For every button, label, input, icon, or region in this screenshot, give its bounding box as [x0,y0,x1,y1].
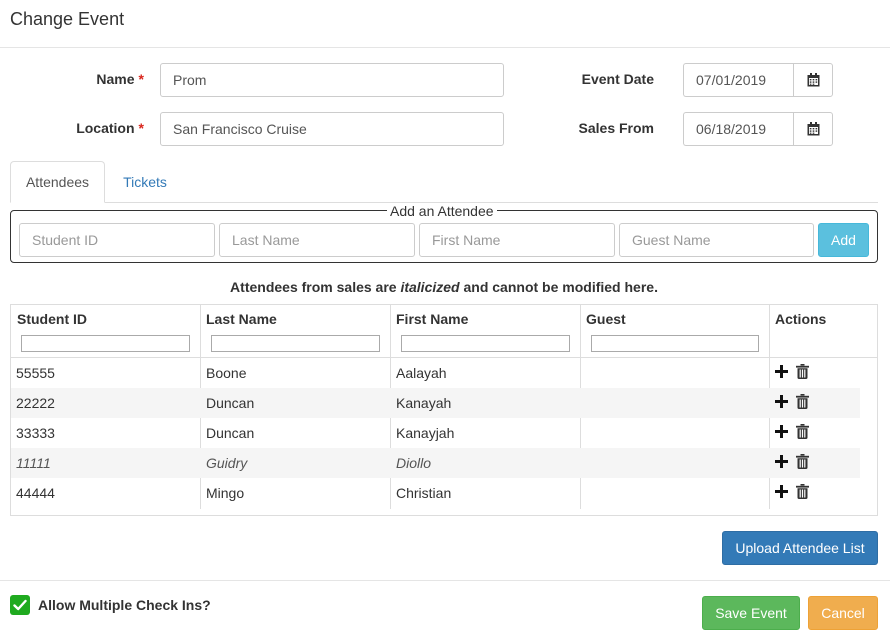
column-header-last-name[interactable]: Last Name [206,311,277,327]
plus-icon[interactable] [775,455,788,468]
attendees-note: Attendees from sales are italicized and … [0,279,888,295]
save-event-button[interactable]: Save Event [702,596,800,630]
footer-divider [0,580,890,581]
table-row: 22222 Duncan Kanayah [11,388,860,418]
column-header-actions: Actions [775,311,827,327]
plus-icon[interactable] [775,485,788,498]
cell-last-name: Boone [206,365,247,381]
upload-attendee-list-button[interactable]: Upload Attendee List [722,531,878,565]
cell-student-id: 55555 [16,365,55,381]
name-input[interactable]: Prom [160,63,504,97]
trash-icon[interactable] [796,424,809,439]
cell-first-name: Christian [396,485,452,501]
allow-multiple-checkbox[interactable] [10,595,30,615]
location-label-text: Location [76,120,135,136]
event-date-group: 07/01/2019 [683,63,833,97]
column-header-student-id[interactable]: Student ID [17,311,87,327]
first-name-filter[interactable] [401,335,570,352]
header-divider [0,47,890,48]
modal-title: Change Event [10,9,125,29]
guest-name-placeholder: Guest Name [632,232,711,248]
cell-last-name: Duncan [206,425,255,441]
row-actions [775,364,809,379]
column-header-first-name[interactable]: First Name [396,311,468,327]
event-date-value: 07/01/2019 [696,72,767,88]
event-date-calendar-button[interactable] [793,63,833,97]
cancel-button[interactable]: Cancel [808,596,878,630]
calendar-icon [807,122,819,136]
allow-multiple-label[interactable]: Allow Multiple Check Ins? [38,597,211,613]
sales-from-label: Sales From [578,120,654,136]
first-name-input[interactable]: First Name [419,223,615,257]
table-row: 11111 Guidry Diollo [11,448,860,478]
last-name-input[interactable]: Last Name [219,223,415,257]
add-attendee-legend: Add an Attendee [387,203,497,219]
event-date-label: Event Date [581,71,654,87]
cell-first-name: Aalayah [396,365,447,381]
sales-from-group: 06/18/2019 [683,112,833,146]
add-attendee-button[interactable]: Add [818,223,869,257]
calendar-icon [807,73,819,87]
name-label-text: Name [96,71,135,87]
column-header-guest[interactable]: Guest [586,311,626,327]
trash-icon[interactable] [796,484,809,499]
row-actions [775,394,809,409]
cell-first-name: Diollo [396,455,432,471]
cell-first-name: Kanayjah [396,425,455,441]
location-input-value: San Francisco Cruise [173,121,307,137]
trash-icon[interactable] [796,394,809,409]
note-text-emph: italicized [400,279,460,295]
sales-from-value: 06/18/2019 [696,121,767,137]
cell-last-name: Guidry [206,455,248,471]
guest-filter[interactable] [591,335,759,352]
required-marker: * [138,120,144,136]
first-name-placeholder: First Name [432,232,501,248]
cell-last-name: Duncan [206,395,255,411]
note-text-before: Attendees from sales are [230,279,401,295]
note-text-after: and cannot be modified here. [459,279,658,295]
cell-first-name: Kanayah [396,395,452,411]
student-id-input[interactable]: Student ID [19,223,215,257]
sales-from-input[interactable]: 06/18/2019 [683,112,793,146]
guest-name-input[interactable]: Guest Name [619,223,814,257]
location-label: Location * [50,120,144,136]
required-marker: * [138,71,144,87]
row-actions [775,454,809,469]
trash-icon[interactable] [796,364,809,379]
cell-last-name: Mingo [206,485,245,501]
student-id-placeholder: Student ID [32,232,99,248]
sales-from-calendar-button[interactable] [793,112,833,146]
table-row: 33333 Duncan Kanayjah [11,418,860,448]
name-input-value: Prom [173,72,207,88]
last-name-placeholder: Last Name [232,232,300,248]
cell-student-id: 33333 [16,425,55,441]
table-row: 44444 Mingo Christian [11,478,860,508]
student-id-filter[interactable] [21,335,190,352]
name-label: Name * [60,71,144,87]
cell-student-id: 44444 [16,485,55,501]
tab-attendees[interactable]: Attendees [10,161,105,203]
last-name-filter[interactable] [211,335,380,352]
row-actions [775,484,809,499]
tab-tickets[interactable]: Tickets [110,161,180,203]
location-input[interactable]: San Francisco Cruise [160,112,504,146]
plus-icon[interactable] [775,425,788,438]
checkmark-icon [13,599,27,611]
table-row: 55555 Boone Aalayah [11,358,860,388]
plus-icon[interactable] [775,365,788,378]
event-date-input[interactable]: 07/01/2019 [683,63,793,97]
cell-student-id: 22222 [16,395,55,411]
plus-icon[interactable] [775,395,788,408]
row-actions [775,424,809,439]
trash-icon[interactable] [796,454,809,469]
cell-student-id: 11111 [16,455,51,471]
